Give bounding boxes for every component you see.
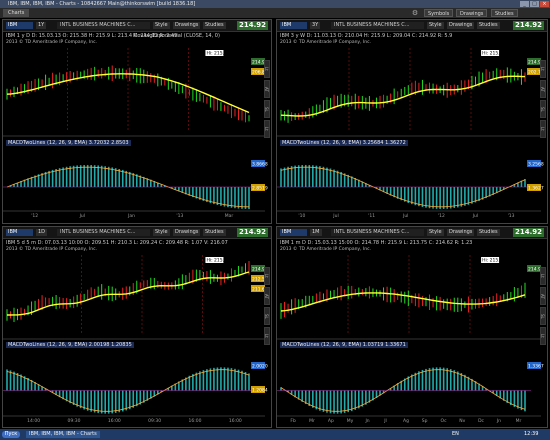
ema-line	[280, 75, 526, 117]
x-axis-label: Jul	[332, 213, 338, 219]
taskbar-app[interactable]: IBM, IBM, IBM, IBM - Charts	[26, 431, 100, 438]
side-tab[interactable]: SL	[540, 307, 546, 325]
side-tab[interactable]: Lt	[264, 267, 270, 285]
x-axis-label: '13	[176, 213, 183, 219]
macd-tag-text: 2.8519	[252, 186, 268, 192]
chart-panel-3: IBM 1D INTL BUSINESS MACHINES C... Style…	[2, 226, 272, 428]
maximize-button[interactable]: □	[530, 1, 539, 7]
side-tab[interactable]: AT	[540, 80, 546, 98]
x-axis-label: Jul	[472, 213, 478, 219]
x-axis-label: Jn	[496, 418, 501, 424]
x-axis-label: Mr	[309, 418, 315, 424]
hi-marker-text: Hi: 215.9	[206, 51, 227, 57]
taskbar: Пуск IBM, IBM, IBM, IBM - Charts EN 12:3…	[0, 429, 550, 440]
chart-canvas[interactable]: 214.92206.803.86682.8519Hi: 215.9'12 Jul J…	[3, 20, 271, 223]
side-tab[interactable]: Lt	[264, 327, 270, 345]
macd-tag-text: 1.3627	[528, 186, 544, 192]
x-axis-label: Mar	[225, 213, 234, 219]
close-button[interactable]: ×	[540, 1, 549, 7]
side-tab[interactable]: Lt	[540, 120, 546, 138]
hi-marker-text: Hi: 215.9	[206, 258, 227, 264]
chart-canvas[interactable]: 214.92212.5211.62.00201.2084Hi: 215.914:…	[3, 227, 271, 427]
side-tab[interactable]: AT	[264, 80, 270, 98]
chart-canvas[interactable]: 214.921.3367Hi: 215.9Fb Mr Ap My Jn Jl Ag Sp Oc N…	[277, 227, 547, 427]
x-axis-label: Jan	[127, 213, 135, 219]
minimize-button[interactable]: _	[520, 1, 529, 7]
x-axis-label: 16:00	[229, 418, 242, 424]
chart-canvas[interactable]: 214.92202.763.25681.3627Hi: 215.9'10 Jul '…	[277, 20, 547, 223]
x-axis-label: Jul	[402, 213, 408, 219]
window-titlebar: IBM, IBM, IBM, IBM - Charts - 10842667 M…	[0, 0, 550, 8]
side-tab[interactable]: SL	[540, 100, 546, 118]
macd-tag-text: 2.0020	[252, 364, 268, 370]
tab-charts[interactable]: Charts	[3, 9, 30, 17]
x-axis-label: Jn	[364, 418, 369, 424]
x-axis-label: Jl	[383, 418, 387, 424]
gear-icon[interactable]: ⚙	[411, 9, 419, 17]
side-tab[interactable]: Lt	[264, 60, 270, 78]
x-axis-label: 09:30	[68, 418, 81, 424]
side-tab[interactable]: Lt	[264, 120, 270, 138]
x-axis-label: 14:00	[27, 418, 40, 424]
side-tab[interactable]: SL	[264, 100, 270, 118]
x-axis-label: '11	[368, 213, 375, 219]
side-tab[interactable]: Lt	[540, 267, 546, 285]
clock: 12:39	[524, 431, 539, 437]
ema-line	[280, 292, 526, 312]
hi-marker-text: Hi: 215.9	[482, 51, 503, 57]
x-axis-label: Mr	[516, 418, 522, 424]
macd-tag-text: 3.8668	[252, 162, 268, 168]
x-axis-label: Oc	[441, 418, 448, 424]
macd-tag-text: 1.2084	[252, 388, 268, 394]
x-axis-label: Ap	[328, 418, 334, 424]
chart-panel-1: IBM 1Y INTL BUSINESS MACHINES C... Style…	[2, 19, 272, 224]
x-axis-label: Sp	[422, 418, 428, 424]
side-tab[interactable]: SL	[264, 307, 270, 325]
x-axis-label: Ag	[403, 418, 409, 424]
side-tab[interactable]: AT	[264, 287, 270, 305]
x-axis-label: Fb	[290, 418, 296, 424]
x-axis-label: '12	[31, 213, 38, 219]
language-indicator[interactable]: EN	[452, 431, 459, 438]
x-axis-label: My	[347, 418, 354, 424]
chart-panel-2: IBM 3Y INTL BUSINESS MACHINES C... Style…	[276, 19, 548, 224]
toolbar: Charts ⚙ Symbols Drawings Studies	[0, 8, 550, 18]
window-title: IBM, IBM, IBM, IBM - Charts - 10842667 M…	[8, 1, 196, 7]
symbols-button[interactable]: Symbols	[424, 9, 454, 17]
chart-panel-4: IBM 1M INTL BUSINESS MACHINES C... Style…	[276, 226, 548, 428]
ema-line	[7, 271, 250, 316]
macd-tag-text: 1.3367	[528, 364, 544, 370]
studies-button[interactable]: Studies	[491, 9, 518, 17]
x-axis-label: 09:30	[148, 418, 161, 424]
drawings-button[interactable]: Drawings	[456, 9, 488, 17]
x-axis-label: 16:00	[108, 418, 121, 424]
side-tab[interactable]: Lt	[540, 327, 546, 345]
start-button[interactable]: Пуск	[2, 431, 20, 438]
x-axis-label: '10	[298, 213, 305, 219]
x-axis-label: Nv	[459, 418, 465, 424]
x-axis-label: '13	[508, 213, 515, 219]
hi-marker-text: Hi: 215.9	[482, 258, 503, 264]
x-axis-label: Jul	[79, 213, 85, 219]
side-tab[interactable]: AT	[540, 287, 546, 305]
x-axis-label: 16:00	[189, 418, 202, 424]
side-tab[interactable]: Lt	[540, 60, 546, 78]
macd-tag-text: 3.2568	[528, 162, 544, 168]
x-axis-label: '12	[438, 213, 445, 219]
x-axis-label: Dc	[478, 418, 484, 424]
